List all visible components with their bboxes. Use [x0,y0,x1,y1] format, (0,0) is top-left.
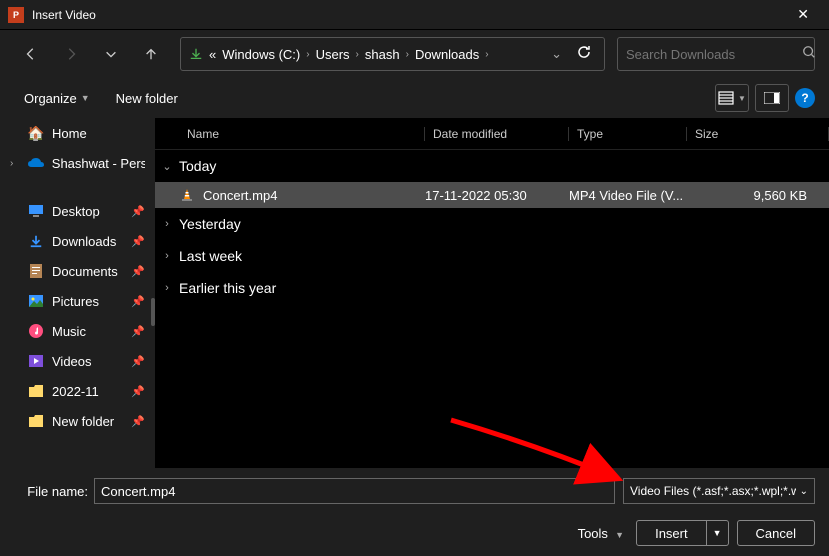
sidebar-item-documents[interactable]: Documents📌 [0,256,155,286]
sidebar-item-pictures[interactable]: Pictures📌 [0,286,155,316]
up-button[interactable] [134,41,168,67]
sidebar-item-onedrive[interactable]: › Shashwat - Pers [0,148,155,178]
folder-icon [28,413,44,429]
sidebar-item-music[interactable]: Music📌 [0,316,155,346]
main-area: 🏠 Home › Shashwat - Pers Desktop📌 Downlo… [0,118,829,468]
help-button[interactable]: ? [795,88,815,108]
pin-icon: 📌 [131,385,145,398]
view-button[interactable]: ▼ [715,84,749,112]
group-lastweek[interactable]: ›Last week [155,240,829,272]
file-name: Concert.mp4 [203,188,277,203]
window-title: Insert Video [32,8,785,22]
chevron-right-icon[interactable]: › [10,158,20,169]
filename-input[interactable] [94,478,615,504]
chevron-right-icon: › [306,49,309,60]
sidebar-item-desktop[interactable]: Desktop📌 [0,196,155,226]
vlc-icon [179,187,195,203]
download-drive-icon [189,47,203,61]
back-button[interactable] [14,41,48,67]
chevron-right-icon: › [161,218,173,230]
sidebar-item-videos[interactable]: Videos📌 [0,346,155,376]
chevron-right-icon: › [161,282,173,294]
file-type: MP4 Video File (V... [569,188,687,203]
chevron-right-icon: › [161,250,173,262]
col-date[interactable]: Date modified [425,127,569,141]
forward-button[interactable] [54,41,88,67]
chevron-down-icon[interactable]: ⌄ [551,46,562,62]
file-row[interactable]: Concert.mp4 17-11-2022 05:30 MP4 Video F… [155,182,829,208]
chevron-down-icon: ⌄ [800,486,808,497]
picture-icon [28,293,44,309]
search-icon [802,45,816,64]
sidebar-item-home[interactable]: 🏠 Home [0,118,155,148]
home-icon: 🏠 [28,125,44,141]
chevron-down-icon: ⌄ [161,160,173,173]
pin-icon: 📌 [131,235,145,248]
file-date: 17-11-2022 05:30 [425,188,569,203]
search-input[interactable] [626,47,802,62]
insert-dropdown[interactable]: ▼ [707,520,729,546]
crumb[interactable]: Downloads [415,47,479,62]
chevron-right-icon: › [356,49,359,60]
pin-icon: 📌 [131,355,145,368]
group-yesterday[interactable]: ›Yesterday [155,208,829,240]
col-name[interactable]: Name [179,127,425,141]
insert-button-group: Insert ▼ [636,520,728,546]
breadcrumb[interactable]: « Windows (C:) › Users › shash › Downloa… [209,46,562,62]
pin-icon: 📌 [131,325,145,338]
download-icon [28,233,44,249]
sidebar-item-folder[interactable]: 2022-11📌 [0,376,155,406]
crumb[interactable]: Windows (C:) [222,47,300,62]
file-size: 9,560 KB [687,188,829,203]
cancel-button[interactable]: Cancel [737,520,815,546]
recent-dropdown[interactable] [94,41,128,67]
tools-button[interactable]: Tools ▼ [578,526,625,541]
navbar: « Windows (C:) › Users › shash › Downloa… [0,30,829,78]
group-earlier[interactable]: ›Earlier this year [155,272,829,304]
group-today[interactable]: ⌄Today [155,150,829,182]
column-headers: Name Date modified Type Size [155,118,829,150]
refresh-button[interactable] [572,40,596,69]
pin-icon: 📌 [131,205,145,218]
titlebar: P Insert Video ✕ [0,0,829,30]
address-bar[interactable]: « Windows (C:) › Users › shash › Downloa… [180,37,605,71]
sidebar-item-folder[interactable]: New folder📌 [0,406,155,436]
new-folder-button[interactable]: New folder [106,85,188,112]
folder-icon [28,383,44,399]
search-box[interactable] [617,37,815,71]
doc-icon [28,263,44,279]
filetype-select[interactable]: Video Files (*.asf;*.asx;*.wpl;*.w ⌄ [623,478,815,504]
crumb[interactable]: Users [316,47,350,62]
pin-icon: 📌 [131,415,145,428]
crumb[interactable]: shash [365,47,400,62]
col-type[interactable]: Type [569,127,687,141]
toolbar: Organize▼ New folder ▼ ? [0,78,829,118]
sidebar-item-downloads[interactable]: Downloads📌 [0,226,155,256]
video-icon [28,353,44,369]
pin-icon: 📌 [131,265,145,278]
preview-pane-button[interactable] [755,84,789,112]
col-size[interactable]: Size [687,127,829,141]
sidebar: 🏠 Home › Shashwat - Pers Desktop📌 Downlo… [0,118,155,468]
pin-icon: 📌 [131,295,145,308]
close-button[interactable]: ✕ [785,2,821,27]
organize-button[interactable]: Organize▼ [14,85,100,112]
music-icon [28,323,44,339]
desktop-icon [28,203,44,219]
chevron-right-icon: › [485,49,488,60]
cloud-icon [28,155,44,171]
bottom-panel: File name: Video Files (*.asf;*.asx;*.wp… [0,468,829,556]
content-pane: Name Date modified Type Size ⌄Today Conc… [155,118,829,468]
insert-button[interactable]: Insert [636,520,707,546]
chevron-right-icon: › [406,49,409,60]
filename-label: File name: [14,484,88,499]
powerpoint-icon: P [8,7,24,23]
